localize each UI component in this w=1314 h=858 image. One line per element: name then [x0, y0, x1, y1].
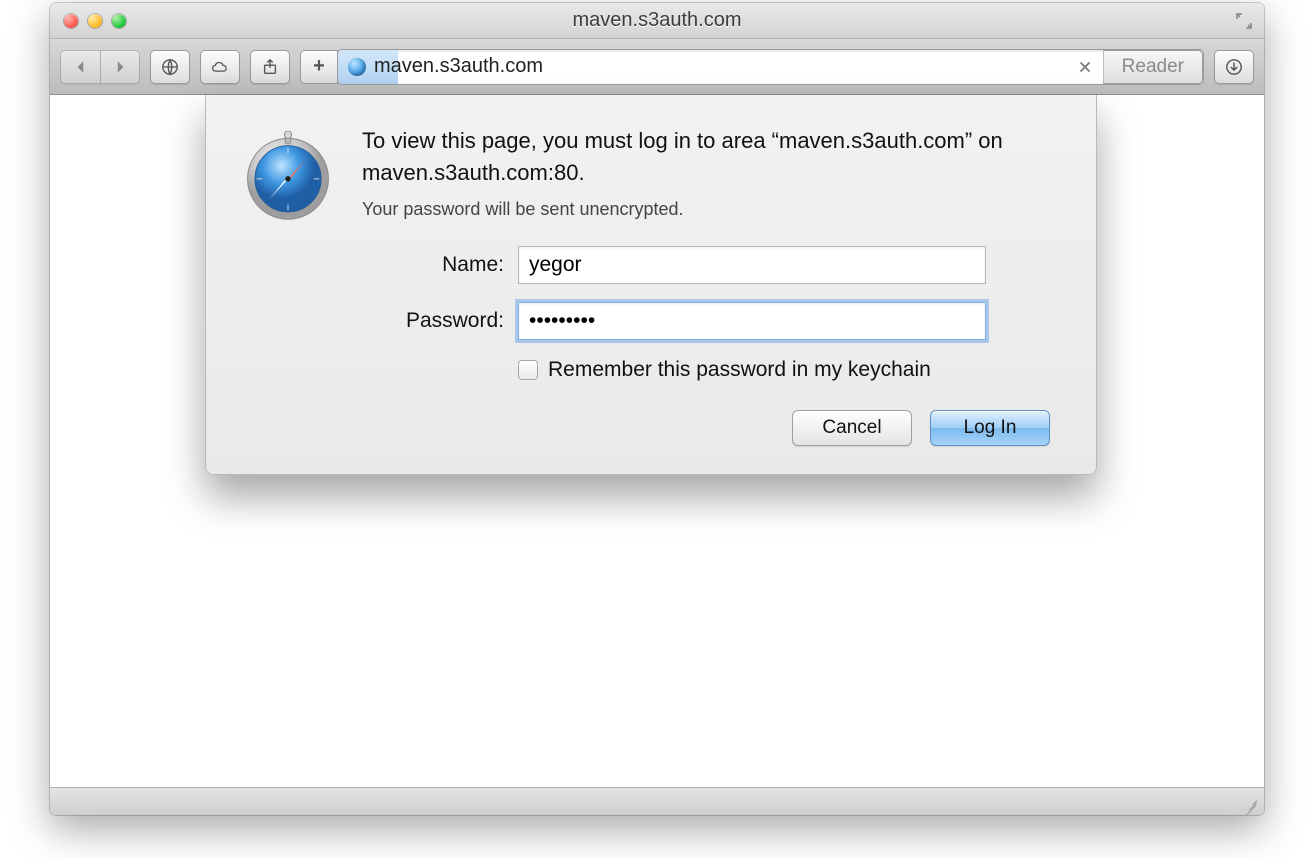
- top-sites-button[interactable]: [150, 50, 190, 84]
- password-input[interactable]: [518, 302, 986, 340]
- dialog-message: To view this page, you must log in to ar…: [362, 125, 1060, 189]
- dialog-warning: Your password will be sent unencrypted.: [362, 199, 1060, 220]
- page-content: To view this page, you must log in to ar…: [50, 95, 1264, 787]
- reader-button[interactable]: Reader: [1103, 50, 1203, 84]
- downloads-button[interactable]: [1214, 50, 1254, 84]
- window-controls: [50, 14, 126, 28]
- cancel-button[interactable]: Cancel: [792, 410, 912, 446]
- password-label: Password:: [362, 309, 518, 333]
- address-bar[interactable]: maven.s3auth.com Reader: [337, 49, 1204, 85]
- resize-grip[interactable]: [1242, 795, 1258, 811]
- safari-icon: [242, 131, 334, 223]
- login-button[interactable]: Log In: [930, 410, 1050, 446]
- forward-button[interactable]: [100, 50, 140, 84]
- share-button[interactable]: [250, 50, 290, 84]
- toolbar: + maven.s3auth.com Reader: [50, 39, 1264, 95]
- new-tab-button[interactable]: +: [300, 50, 338, 84]
- close-window-button[interactable]: [64, 14, 78, 28]
- minimize-window-button[interactable]: [88, 14, 102, 28]
- statusbar: [50, 787, 1264, 815]
- remember-label: Remember this password in my keychain: [548, 358, 931, 382]
- auth-dialog: To view this page, you must log in to ar…: [205, 95, 1097, 475]
- remember-checkbox[interactable]: [518, 360, 538, 380]
- address-url: maven.s3auth.com: [374, 55, 543, 78]
- stop-reload-button[interactable]: [1067, 58, 1103, 76]
- site-favicon-icon: [348, 58, 366, 76]
- name-label: Name:: [362, 253, 518, 277]
- icloud-tabs-button[interactable]: [200, 50, 240, 84]
- name-input[interactable]: [518, 246, 986, 284]
- browser-window: maven.s3auth.com: [50, 3, 1264, 815]
- back-button[interactable]: [60, 50, 100, 84]
- zoom-window-button[interactable]: [112, 14, 126, 28]
- titlebar: maven.s3auth.com: [50, 3, 1264, 39]
- fullscreen-icon[interactable]: [1234, 11, 1254, 31]
- window-title: maven.s3auth.com: [50, 9, 1264, 32]
